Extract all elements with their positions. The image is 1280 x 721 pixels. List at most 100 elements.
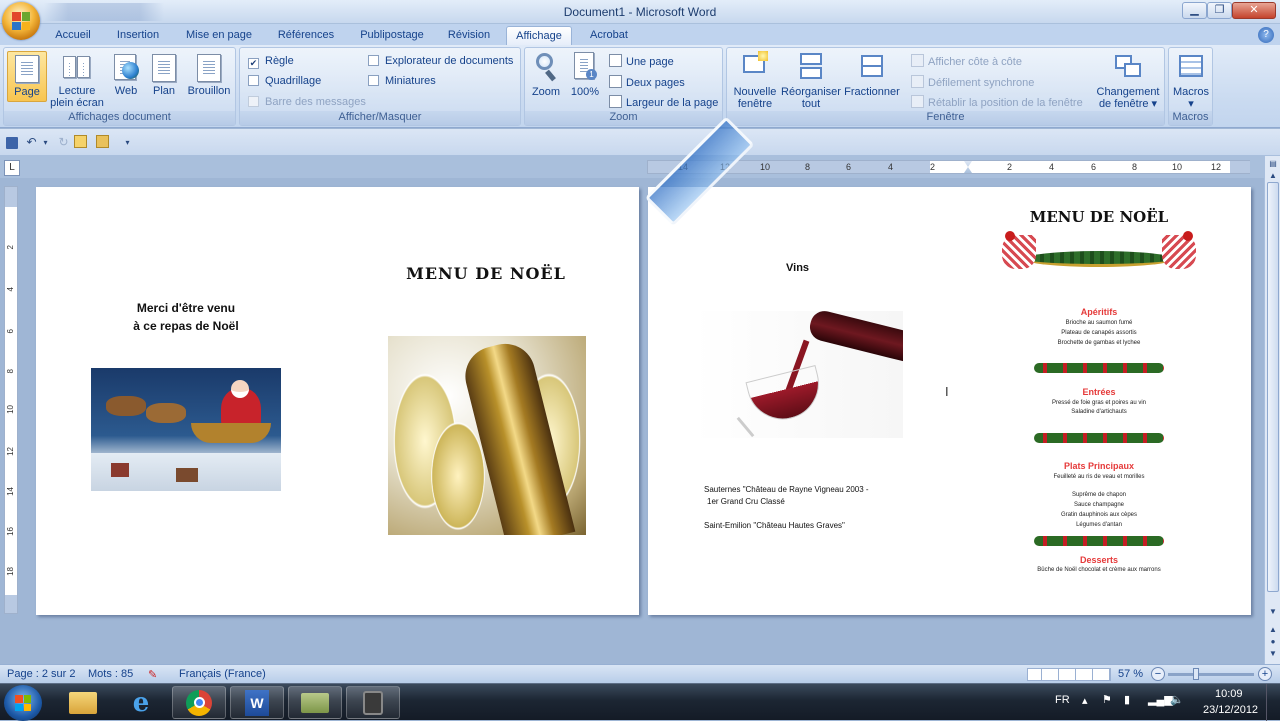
maximize-button[interactable]: ❐ bbox=[1207, 2, 1232, 19]
tab-affichage[interactable]: Affichage bbox=[506, 26, 572, 45]
indent-marker-icon[interactable] bbox=[964, 161, 972, 173]
afficher-cote-label: Afficher côte à côte bbox=[928, 56, 1022, 68]
taskbar: e W FR ▴ ⚑ ▮ ▂▄▆ 🔈 10:09 23/12/2012 bbox=[0, 683, 1280, 721]
reorganiser-label-2: tout bbox=[801, 98, 821, 110]
clock-date[interactable]: 23/12/2012 bbox=[1203, 704, 1258, 716]
view-brouillon-button[interactable]: Brouillon bbox=[184, 51, 234, 97]
next-page-icon[interactable]: ▼ bbox=[1267, 648, 1279, 660]
flag-icon[interactable]: ⚑ bbox=[1102, 693, 1112, 706]
network-icon[interactable]: ▂▄▆ bbox=[1148, 693, 1173, 706]
minimize-button[interactable]: ▁ bbox=[1182, 2, 1207, 19]
start-button[interactable] bbox=[4, 685, 42, 721]
ruler-toggle-icon[interactable]: ▤ bbox=[1267, 158, 1279, 170]
show-desktop-button[interactable] bbox=[1266, 684, 1280, 721]
une-page-button[interactable]: Une page bbox=[609, 54, 674, 68]
menu-item: Légumes d'antan bbox=[1076, 522, 1122, 528]
clipboard-icon[interactable] bbox=[96, 135, 109, 148]
taskbar-word[interactable]: W bbox=[230, 686, 284, 719]
save-icon[interactable] bbox=[6, 137, 18, 149]
language[interactable]: Français (France) bbox=[179, 668, 266, 680]
defilement-button[interactable]: Défilement synchrone bbox=[911, 75, 1034, 89]
taskbar-explorer[interactable] bbox=[56, 686, 110, 719]
browse-object-icon[interactable]: ● bbox=[1267, 636, 1279, 648]
tab-selector[interactable]: L bbox=[4, 160, 20, 176]
power-icon[interactable]: ▮ bbox=[1124, 693, 1130, 706]
vertical-scrollbar[interactable]: ▤ ▲ ▼ ▲ ● ▼ bbox=[1264, 156, 1280, 664]
customize-qat-icon[interactable]: ▾ bbox=[120, 135, 135, 150]
draft-view-icon bbox=[197, 54, 221, 82]
ruler-num: 10 bbox=[1172, 162, 1183, 172]
macros-button[interactable]: Macros ▾ bbox=[1171, 51, 1211, 110]
view-lecture-button[interactable]: Lecture plein écran bbox=[48, 51, 106, 109]
proofing-icon[interactable]: ✎ bbox=[148, 668, 157, 681]
vins-title: Vins bbox=[786, 262, 810, 274]
paste-special-icon[interactable] bbox=[74, 135, 87, 148]
redo-icon[interactable]: ↻ bbox=[56, 135, 71, 150]
tray-arrow-icon[interactable]: ▴ bbox=[1082, 694, 1088, 707]
reorganiser-tout-button[interactable]: Réorganiser tout bbox=[780, 51, 842, 110]
page-2[interactable]: Vins Sauternes "Château de Rayne Vigneau… bbox=[648, 187, 1251, 615]
view-shortcuts[interactable] bbox=[1027, 668, 1111, 681]
tab-publipostage[interactable]: Publipostage bbox=[352, 26, 432, 45]
input-language[interactable]: FR bbox=[1055, 694, 1070, 706]
tab-insertion[interactable]: Insertion bbox=[108, 26, 168, 45]
retablir-button[interactable]: Rétablir la position de la fenêtre bbox=[911, 95, 1083, 109]
zoom-out-icon[interactable]: − bbox=[1151, 667, 1165, 681]
taskbar-chrome[interactable] bbox=[172, 686, 226, 719]
macros-arrow: ▾ bbox=[1188, 98, 1194, 110]
tab-mise-en-page[interactable]: Mise en page bbox=[178, 26, 260, 45]
view-web-button[interactable]: Web bbox=[108, 51, 144, 97]
zoom-slider-knob[interactable] bbox=[1193, 668, 1199, 680]
regle-checkbox[interactable]: ✔ Règle bbox=[248, 55, 294, 69]
scroll-thumb[interactable] bbox=[1267, 182, 1279, 592]
scroll-down-icon[interactable]: ▼ bbox=[1267, 606, 1279, 618]
quadrillage-checkbox[interactable]: Quadrillage bbox=[248, 75, 321, 87]
view-brouillon-label: Brouillon bbox=[187, 85, 231, 97]
taskbar-recorder[interactable] bbox=[346, 686, 400, 719]
taskbar-ie[interactable]: e bbox=[114, 686, 168, 719]
fractionner-button[interactable]: Fractionner bbox=[842, 51, 902, 98]
vertical-ruler[interactable]: 2 4 6 8 10 12 14 16 18 bbox=[4, 186, 18, 614]
scroll-up-icon[interactable]: ▲ bbox=[1267, 170, 1279, 182]
close-button[interactable]: ✕ bbox=[1232, 2, 1276, 19]
quadrillage-label: Quadrillage bbox=[265, 75, 322, 87]
undo-icon[interactable]: ↶ bbox=[24, 135, 39, 150]
deux-pages-button[interactable]: Deux pages bbox=[609, 75, 685, 89]
help-icon[interactable]: ? bbox=[1258, 27, 1274, 43]
checkmark-icon: ✔ bbox=[248, 58, 259, 69]
split-icon bbox=[857, 51, 887, 83]
barre-messages-checkbox[interactable]: Barre des messages bbox=[248, 96, 366, 108]
word-count[interactable]: Mots : 85 bbox=[88, 668, 133, 680]
page-1[interactable]: Merci d'être venu à ce repas de Noël MEN… bbox=[36, 187, 639, 615]
tab-references[interactable]: Références bbox=[270, 26, 342, 45]
tab-revision[interactable]: Révision bbox=[442, 26, 496, 45]
zoom-100-button[interactable]: 1 100% bbox=[567, 51, 603, 98]
changement-fenetre-button[interactable]: Changement de fenêtre ▾ bbox=[1093, 51, 1163, 110]
volume-icon[interactable]: 🔈 bbox=[1170, 693, 1184, 706]
tab-acrobat[interactable]: Acrobat bbox=[582, 26, 636, 45]
undo-dropdown-icon[interactable]: ▾ bbox=[38, 135, 53, 150]
afficher-cote-button[interactable]: Afficher côte à côte bbox=[911, 54, 1022, 68]
miniatures-checkbox[interactable]: Miniatures bbox=[368, 75, 436, 87]
view-plan-button[interactable]: Plan bbox=[146, 51, 182, 97]
menu-item: Plateau de canapés assortis bbox=[1061, 330, 1137, 336]
taskbar-app[interactable] bbox=[288, 686, 342, 719]
page-count[interactable]: Page : 2 sur 2 bbox=[7, 668, 76, 680]
nouvelle-fenetre-button[interactable]: Nouvelle fenêtre bbox=[730, 51, 780, 110]
page-width-icon bbox=[609, 95, 622, 108]
zoom-level[interactable]: 57 % bbox=[1118, 668, 1143, 680]
clock-time[interactable]: 10:09 bbox=[1215, 688, 1243, 700]
office-button[interactable] bbox=[2, 2, 40, 40]
une-page-label: Une page bbox=[626, 56, 674, 68]
prev-page-icon[interactable]: ▲ bbox=[1267, 624, 1279, 636]
document-area[interactable]: Merci d'être venu à ce repas de Noël MEN… bbox=[22, 116, 1264, 664]
zoom-in-icon[interactable]: + bbox=[1258, 667, 1272, 681]
tab-accueil[interactable]: Accueil bbox=[48, 26, 98, 45]
ribbon: Page Lecture plein écran Web Plan Brouil… bbox=[0, 45, 1280, 128]
explorateur-checkbox[interactable]: Explorateur de documents bbox=[368, 55, 513, 67]
zoom-slider[interactable] bbox=[1168, 668, 1254, 680]
view-page-button[interactable]: Page bbox=[7, 51, 47, 102]
thanks-line-2: à ce repas de Noël bbox=[133, 319, 239, 333]
wine-2: Saint-Emilion "Château Hautes Graves" bbox=[704, 521, 845, 530]
zoom-button[interactable]: Zoom bbox=[528, 51, 564, 98]
